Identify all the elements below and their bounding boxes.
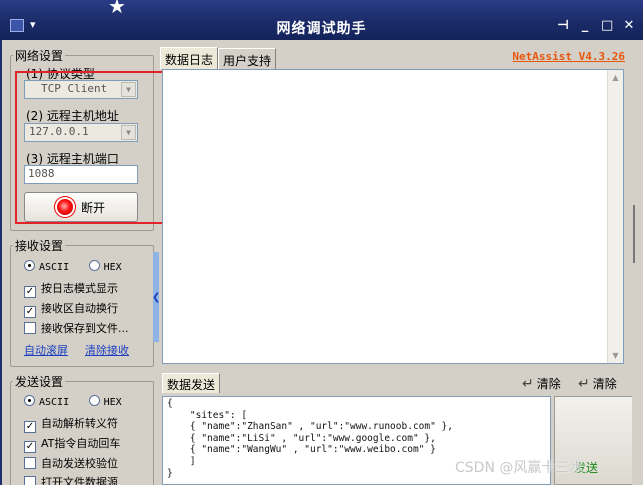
divider <box>633 205 635 263</box>
star-icon: ★ <box>108 0 126 18</box>
receive-auto-wrap-checkbox[interactable]: ✓ 接收区自动换行 <box>24 300 118 318</box>
receive-hex-radio[interactable]: HEX <box>88 260 122 273</box>
unchecked-icon <box>24 457 36 469</box>
check-icon: ✓ <box>24 441 36 453</box>
check-icon: ✓ <box>24 421 36 433</box>
log-scrollbar[interactable]: ▲ ▼ <box>607 70 623 363</box>
receive-ascii-radio[interactable]: ASCII <box>24 260 69 273</box>
network-settings-title: 网络设置 <box>15 49 64 63</box>
scroll-up-icon[interactable]: ▲ <box>609 71 622 84</box>
receive-log-mode-checkbox[interactable]: ✓ 按日志模式显示 <box>24 280 118 298</box>
window-title: 网络调试助手 <box>276 21 367 37</box>
main-window: 网络设置 (1) 协议类型 TCP Client ▼ (2) 远程主机地址 12… <box>2 40 643 485</box>
send-ascii-radio[interactable]: ASCII <box>24 395 69 408</box>
check-icon: ✓ <box>24 286 36 298</box>
scroll-down-icon[interactable]: ▼ <box>609 349 622 362</box>
radio-on-icon <box>24 260 35 271</box>
clear-send-button[interactable]: ↵ 清除 <box>522 375 561 392</box>
version-link[interactable]: NetAssist V4.3.26 <box>512 50 625 63</box>
chevron-down-icon: ▼ <box>121 82 136 97</box>
disconnect-button[interactable]: 断开 <box>24 192 138 222</box>
remote-host-value: 127.0.0.1 <box>29 125 89 138</box>
radio-off-icon <box>88 395 100 406</box>
tab-user-support[interactable]: 用户支持 <box>218 48 277 69</box>
send-panel-header: 数据发送 ↵ 清除 ↵ 清除 <box>162 373 632 393</box>
unchecked-icon <box>24 476 36 485</box>
remote-host-label: (2) 远程主机地址 <box>26 109 119 123</box>
radio-off-icon <box>88 260 100 271</box>
chevron-left-icon: ❮ <box>152 292 161 303</box>
remote-port-input[interactable]: 1088 <box>24 165 138 184</box>
send-settings-title: 发送设置 <box>15 375 64 389</box>
protocol-value: TCP Client <box>41 82 108 95</box>
auto-scroll-link[interactable]: 自动滚屏 <box>24 342 68 358</box>
remote-host-select[interactable]: 127.0.0.1 ▼ <box>24 123 138 142</box>
send-checksum-checkbox[interactable]: 自动发送校验位 <box>24 455 118 471</box>
radio-on-icon <box>24 395 35 406</box>
send-hex-radio[interactable]: HEX <box>88 395 122 408</box>
clear-arrow-icon: ↵ <box>522 375 534 392</box>
window-controls: ⊣ _ □ ✕ <box>557 18 635 33</box>
pin-icon[interactable]: ⊣ <box>557 18 569 33</box>
check-icon: ✓ <box>24 306 36 318</box>
status-led-icon <box>56 199 73 215</box>
receive-mode: ASCII HEX <box>24 260 122 273</box>
close-button[interactable]: ✕ <box>623 18 635 33</box>
right-edge <box>632 40 643 485</box>
send-mode: ASCII HEX <box>24 395 122 408</box>
panel-splitter[interactable]: ❮ <box>152 252 161 342</box>
clear-history-button[interactable]: ↵ 清除 <box>578 375 617 392</box>
send-escape-checkbox[interactable]: ✓ 自动解析转义符 <box>24 415 118 433</box>
minimize-button[interactable]: _ <box>579 18 591 33</box>
tab-data-send[interactable]: 数据发送 <box>162 373 221 393</box>
receive-save-file-checkbox[interactable]: 接收保存到文件... <box>24 320 129 336</box>
chevron-down-icon: ▼ <box>121 125 136 140</box>
title-bar: ▾ ★ 网络调试助手 ⊣ _ □ ✕ <box>0 0 643 40</box>
send-open-file-checkbox[interactable]: 打开文件数据源 <box>24 474 118 485</box>
receive-log-area[interactable]: ▲ ▼ <box>162 69 624 364</box>
receive-settings-title: 接收设置 <box>15 239 64 253</box>
tab-data-log[interactable]: 数据日志 <box>160 47 219 69</box>
protocol-select[interactable]: TCP Client ▼ <box>24 80 138 99</box>
watermark-text: CSDN @风赢卡三水 <box>455 460 584 476</box>
clear-arrow-icon: ↵ <box>578 375 590 392</box>
disconnect-button-label: 断开 <box>80 200 105 215</box>
maximize-button[interactable]: □ <box>601 18 613 33</box>
clear-receive-link[interactable]: 清除接收 <box>85 342 129 358</box>
send-at-crlf-checkbox[interactable]: ✓ AT指令自动回车 <box>24 435 120 453</box>
unchecked-icon <box>24 322 36 334</box>
